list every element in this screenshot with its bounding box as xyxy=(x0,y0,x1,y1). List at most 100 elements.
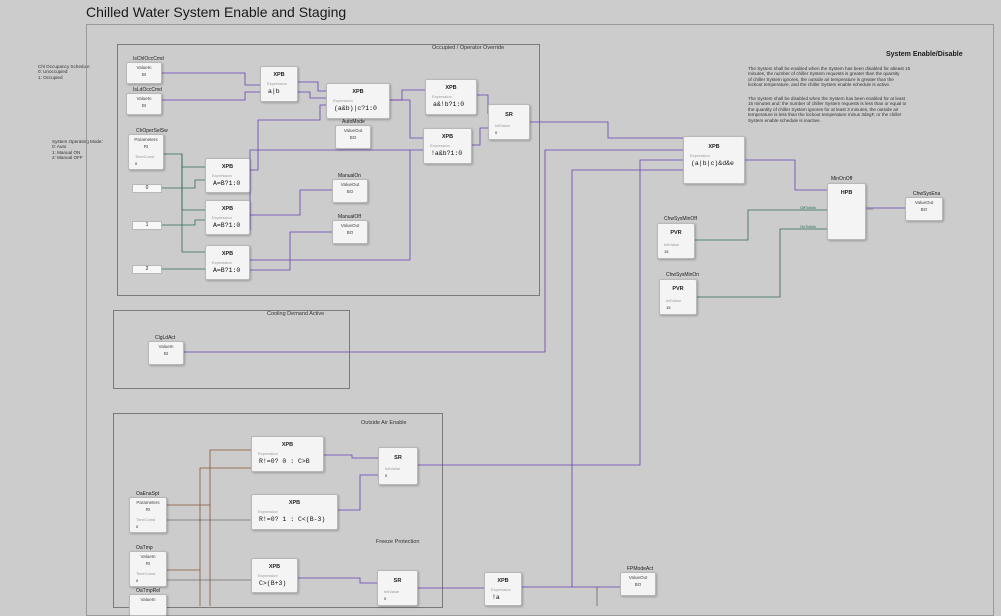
block-type: ValueOut xyxy=(340,223,360,228)
block-chwsysminoff[interactable]: PVR InitValue 15 xyxy=(657,223,695,259)
port-ontomin: OnToMin xyxy=(800,224,817,229)
block-manualoff[interactable]: ValueOut BO xyxy=(332,220,368,244)
block-type: ValueIn xyxy=(136,96,152,101)
block-value: 15 xyxy=(664,249,669,254)
xpb-oa-disable[interactable]: XPB Expression R!=0? 1 : C<(B-3) xyxy=(251,494,338,530)
xpb-title: XPB xyxy=(221,251,234,257)
sr-title: SR xyxy=(394,455,402,461)
block-sub: BI xyxy=(141,103,147,108)
block-chopersel[interactable]: Parameters RI TimeConst 0 xyxy=(128,134,164,170)
block-value: 15 xyxy=(666,305,671,310)
block-type: Parameters xyxy=(134,137,158,142)
xpb-expression-label: Expression xyxy=(258,573,278,578)
block-timeconst: TimeConst xyxy=(136,517,156,522)
block-type: ValueIn xyxy=(140,597,156,602)
block-oaenaspt[interactable]: Parameters RI TimeConst 0 xyxy=(129,497,167,533)
block-automode[interactable]: ValueOut BO xyxy=(335,125,371,149)
xpb-compare-1[interactable]: XPB Expression A=B?1:0 xyxy=(205,200,250,235)
xpb-title: XPB xyxy=(445,85,457,91)
block-clgldact[interactable]: ValueIn BI xyxy=(148,341,184,365)
sr-freeze[interactable]: SR InitValue 0 xyxy=(377,570,418,606)
sr-init-value: 0 xyxy=(495,130,498,135)
diagram-canvas: Chilled Water System Enable and Staging … xyxy=(0,0,1001,616)
xpb-expression: !a xyxy=(492,594,500,601)
xpb-expression: a|b xyxy=(268,88,280,95)
xpb-expression: a&!b?1:0 xyxy=(433,101,465,108)
block-chwsysena[interactable]: ValueOut BO xyxy=(905,197,943,221)
block-type: ValueOut xyxy=(628,575,648,580)
xpb-title: XPB xyxy=(352,89,364,95)
block-fpmodeact[interactable]: ValueOut BO xyxy=(620,572,656,596)
xpb-expression-label: Expression xyxy=(430,143,450,148)
sr-init-label: InitValue xyxy=(384,589,400,594)
xpb-oa-enable[interactable]: XPB Expression R!=0? 0 : C>B xyxy=(251,436,324,472)
label-chwsysminon: ChwSysMinOn xyxy=(666,272,700,278)
block-value: 0 xyxy=(135,161,138,166)
block-manualon[interactable]: ValueOut BO xyxy=(332,179,368,203)
block-value: 0 xyxy=(136,524,139,529)
sr-title: SR xyxy=(393,578,402,584)
constant-1[interactable]: 1 xyxy=(132,221,162,230)
block-chwsysminon[interactable]: PVR InitValue 15 xyxy=(659,279,697,315)
xpb-expression: R!=0? 1 : C<(B-3) xyxy=(259,516,326,523)
block-init-label: InitValue xyxy=(664,242,680,247)
xpb-expression: R!=0? 0 : C>B xyxy=(259,458,310,465)
block-type: PVR xyxy=(670,230,682,236)
xpb-title: XPB xyxy=(288,500,301,506)
block-sub: BI xyxy=(163,351,169,356)
xpb-set-logic[interactable]: XPB Expression a&!b?1:0 xyxy=(425,79,477,115)
block-type: ValueOut xyxy=(914,200,934,205)
xpb-title: XPB xyxy=(221,164,234,170)
block-sub: BO xyxy=(346,189,354,194)
xpb-expression: (a&b)|c?1:0 xyxy=(334,105,377,112)
brown-wires xyxy=(165,449,251,606)
block-oatmprel[interactable]: ValueIn xyxy=(129,594,167,616)
xpb-compare-0[interactable]: XPB Expression A=B?1:0 xyxy=(205,158,250,193)
xpb-automode-logic[interactable]: XPB Expression (a&b)|c?1:0 xyxy=(326,83,390,119)
xpb-expression: !a&b?1:0 xyxy=(431,150,463,157)
xpb-expression-label: Expression xyxy=(491,587,511,592)
block-sub: RI xyxy=(143,144,149,149)
label-chwsysminoff: ChwSysMinOff xyxy=(664,216,697,222)
sr-init-value: 0 xyxy=(385,473,388,478)
xpb-or[interactable]: XPB Expression a|b xyxy=(260,66,298,102)
block-ischlocccmd[interactable]: ValueIn BI xyxy=(126,62,162,84)
xpb-expression-label: Expression xyxy=(333,98,353,103)
block-oatmp[interactable]: ValueIn RI TimeConst 0 xyxy=(129,551,167,587)
xpb-expression-label: Expression xyxy=(690,153,710,158)
constant-0[interactable]: 0 xyxy=(132,184,162,193)
xpb-expression: A=B?1:0 xyxy=(213,222,241,229)
block-timeconst: TimeConst xyxy=(135,154,155,159)
xpb-compare-2[interactable]: XPB Expression A=B?1:0 xyxy=(205,245,250,280)
block-type: ValueOut xyxy=(340,182,360,187)
port-out: Out xyxy=(867,206,874,211)
sr-init-value: 0 xyxy=(384,596,387,601)
constant-2[interactable]: 2 xyxy=(132,265,162,274)
block-sub: RI xyxy=(145,507,151,512)
xpb-freeze[interactable]: XPB Expression C>(B+3) xyxy=(251,558,298,593)
xpb-title: XPB xyxy=(273,72,285,78)
xpb-title: XPB xyxy=(268,564,281,570)
sr-init-label: InitValue xyxy=(495,123,511,128)
block-type: ValueIn xyxy=(136,65,152,70)
xpb-expression-label: Expression xyxy=(432,94,452,99)
xpb-title: XPB xyxy=(281,442,294,448)
block-isldocccmd[interactable]: ValueIn BI xyxy=(126,93,162,115)
sr-oa[interactable]: SR InitValue 0 xyxy=(378,447,418,485)
xpb-expression-label: Expression xyxy=(212,260,232,265)
port-offtomin: OffToMin xyxy=(800,205,816,210)
xpb-reset-logic[interactable]: XPB Expression !a&b?1:0 xyxy=(423,128,472,164)
block-type: HPB xyxy=(840,190,853,196)
block-minonoff[interactable]: HPB xyxy=(827,183,866,240)
xpb-title: XPB xyxy=(441,134,454,140)
xpb-system-enable[interactable]: XPB Expression (a|b|c)&d&e xyxy=(683,136,745,184)
sr-occupied[interactable]: SR InitValue 0 xyxy=(488,104,530,140)
xpb-title: XPB xyxy=(708,144,720,150)
xpb-not[interactable]: XPB Expression !a xyxy=(484,572,522,606)
block-sub: BO xyxy=(349,135,357,140)
xpb-expression: A=B?1:0 xyxy=(213,180,241,187)
block-type: PVR xyxy=(672,286,684,292)
block-sub: RI xyxy=(145,561,151,566)
block-type: ValueOut xyxy=(343,128,363,133)
xpb-title: XPB xyxy=(221,206,234,212)
